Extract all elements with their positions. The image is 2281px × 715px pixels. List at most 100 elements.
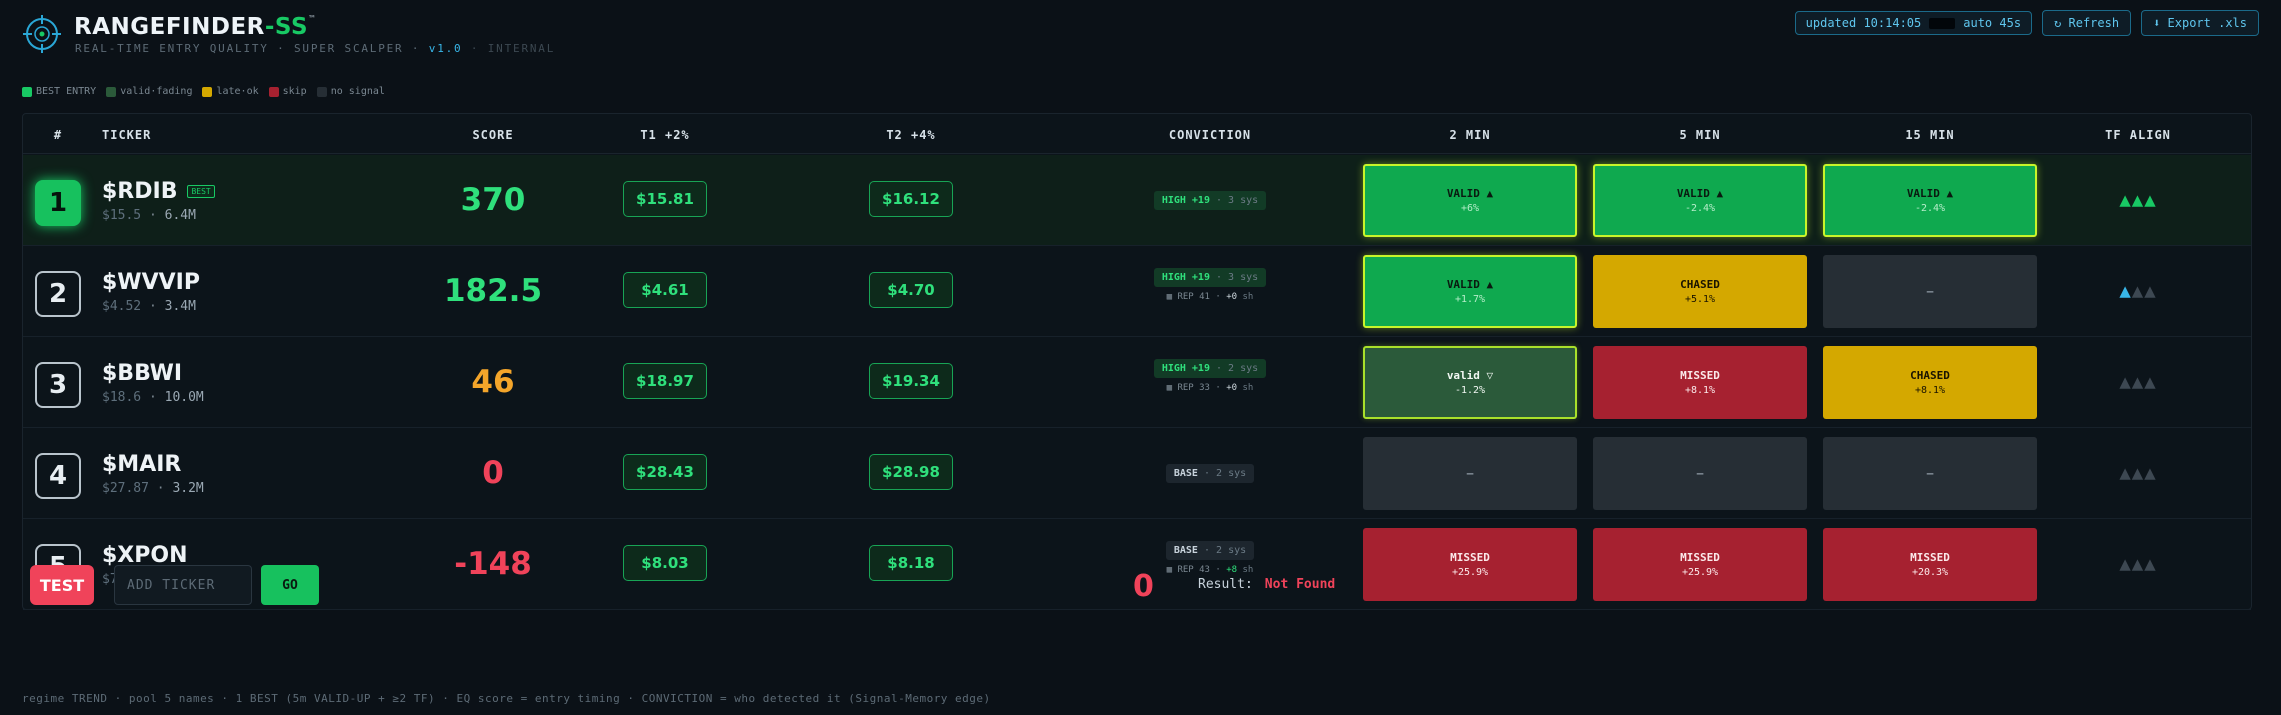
test-toolbar: TEST GO 0 Result:Not Found [23, 559, 2251, 611]
align-triangle-icon: ▲ [2131, 280, 2145, 302]
footer-note: regime TREND · pool 5 names · 1 BEST (5m… [22, 692, 991, 705]
ticker-price: $27.87 [102, 481, 149, 496]
ticker-meta: $15.5 · 6.4M [102, 208, 196, 223]
tf-cell[interactable]: VALID ▲ +1.7% [1363, 255, 1577, 328]
ticker-price: $18.6 [102, 390, 142, 405]
align-triangle-icon: ▲ [2131, 462, 2145, 484]
target-t2: $4.70 [869, 272, 953, 308]
conviction-cell: BASE · 2 sys [1110, 461, 1310, 483]
tf-align-indicator: ▲▲▲ [2083, 280, 2193, 302]
tf-cell[interactable]: VALID ▲ -2.4% [1593, 164, 1807, 237]
test-result: Result: Not Found [1198, 577, 1336, 592]
legend-item: skip [268, 86, 307, 97]
update-status: updated 10:14:05 auto 45s [1794, 11, 2033, 35]
tf-cell[interactable]: CHASED +8.1% [1823, 346, 2037, 419]
conviction-pill: HIGH +19 · 2 sys [1153, 359, 1267, 378]
ticker-symbol[interactable]: $RDIB BEST [102, 179, 215, 204]
app-title: RANGEFINDER-SS™ [74, 14, 317, 40]
align-triangle-icon: ▲ [2144, 280, 2157, 302]
legend-swatch [316, 86, 327, 97]
legend-item: no signal [316, 86, 385, 97]
legend-label: valid·fading [120, 86, 193, 97]
tf-cell[interactable]: valid ▽ -1.2% [1363, 346, 1577, 419]
align-triangle-icon: ▲ [2144, 189, 2157, 211]
tf-cell[interactable]: — [1823, 437, 2037, 510]
legend-label: no signal [330, 86, 385, 97]
ticker-meta: $27.87 · 3.2M [102, 481, 204, 496]
tf-cell[interactable]: MISSED +8.1% [1593, 346, 1807, 419]
col-conviction: CONVICTION [1168, 128, 1252, 142]
align-triangle-icon: ▲ [2131, 189, 2145, 211]
col-ticker: TICKER [102, 128, 152, 142]
ticker-volume: 3.4M [164, 299, 196, 314]
conviction-cell: HIGH +19 · 3 sys ▦ REP 41 · +0 sh [1110, 265, 1310, 302]
table-row[interactable]: 1 $RDIB BEST $15.5 · 6.4M 370 $15.81 $16.12 HIG… [23, 155, 2251, 246]
tf-cell[interactable]: VALID ▲ +6% [1363, 164, 1577, 237]
test-score: 0 [1133, 569, 1154, 604]
table-row[interactable]: 3 $BBWI $18.6 · 10.0M 46 $18.97 $19.34 HIGH +1… [23, 337, 2251, 428]
align-triangle-icon: ▲ [2131, 371, 2145, 393]
rank-badge: 4 [35, 453, 81, 499]
table-row[interactable]: 2 $WVVIP $4.52 · 3.4M 182.5 $4.61 $4.70 HIGH +… [23, 246, 2251, 337]
conviction-pill: HIGH +19 · 3 sys [1153, 191, 1267, 210]
conviction-pill: BASE · 2 sys [1165, 541, 1255, 560]
ticker-price: $15.5 [102, 208, 142, 223]
crosshair-logo-icon [23, 15, 61, 53]
target-t1: $15.81 [623, 181, 707, 217]
ticker-symbol[interactable]: $MAIR [102, 452, 181, 477]
legend-swatch [106, 86, 117, 97]
tf-align-indicator: ▲▲▲ [2083, 371, 2193, 393]
tf-cell[interactable]: CHASED +5.1% [1593, 255, 1807, 328]
rep-line: ▦ REP 33 · +0 sh [1166, 383, 1254, 393]
ticker-volume: 3.2M [172, 481, 204, 496]
legend-item: late·ok [202, 86, 259, 97]
col-tf-align: TF ALIGN [2105, 128, 2171, 142]
ticker-table: # TICKER SCORE T1 +2% T2 +4% CONVICTION … [22, 113, 2252, 610]
legend-swatch [268, 86, 279, 97]
legend: BEST ENTRY valid·fading late·ok skip no sign… [22, 86, 385, 97]
go-button[interactable]: GO [261, 565, 319, 605]
align-triangle-icon: ▲ [2119, 462, 2132, 484]
rank-badge: 3 [35, 362, 81, 408]
target-t1: $28.43 [623, 454, 707, 490]
ticker-symbol[interactable]: $BBWI [102, 361, 182, 386]
test-button[interactable]: TEST [30, 565, 94, 605]
table-header: # TICKER SCORE T1 +2% T2 +4% CONVICTION … [23, 114, 2251, 154]
legend-label: BEST ENTRY [36, 86, 97, 97]
tf-cell[interactable]: — [1593, 437, 1807, 510]
redacted-block [1929, 17, 1956, 29]
col-15min: 15 MIN [1905, 128, 1955, 142]
rep-icon: ▦ [1166, 383, 1173, 393]
legend-swatch [22, 86, 32, 97]
rank-badge: 1 [35, 180, 81, 226]
version-label: v1.0 [428, 42, 463, 55]
refresh-button[interactable]: ↻ Refresh [2042, 10, 2132, 36]
target-t1: $4.61 [623, 272, 707, 308]
legend-swatch [202, 86, 213, 97]
add-ticker-input[interactable] [114, 565, 252, 605]
export-button[interactable]: ⬇ Export .xls [2141, 10, 2259, 36]
target-t2: $28.98 [869, 454, 953, 490]
target-t1: $18.97 [623, 363, 707, 399]
tf-cell[interactable]: — [1363, 437, 1577, 510]
eq-score: 370 [460, 182, 526, 218]
tf-align-indicator: ▲▲▲ [2083, 189, 2193, 211]
ticker-meta: $4.52 · 3.4M [102, 299, 196, 314]
ticker-meta: $18.6 · 10.0M [102, 390, 204, 405]
col-rank: # [53, 128, 63, 142]
eq-score: 46 [471, 364, 515, 400]
rep-icon: ▦ [1166, 292, 1173, 302]
best-badge: BEST [187, 185, 215, 198]
col-5min: 5 MIN [1679, 128, 1721, 142]
table-row[interactable]: 4 $MAIR $27.87 · 3.2M 0 $28.43 $28.98 BASE · 2… [23, 428, 2251, 519]
target-t2: $19.34 [869, 363, 953, 399]
ticker-volume: 10.0M [164, 390, 204, 405]
header-controls: updated 10:14:05 auto 45s ↻ Refresh ⬇ Ex… [1794, 10, 2259, 36]
tf-cell[interactable]: VALID ▲ -2.4% [1823, 164, 2037, 237]
align-triangle-icon: ▲ [2119, 371, 2132, 393]
align-triangle-icon: ▲ [2119, 189, 2132, 211]
tf-cell[interactable]: — [1823, 255, 2037, 328]
rep-line: ▦ REP 41 · +0 sh [1166, 292, 1254, 302]
ticker-symbol[interactable]: $WVVIP [102, 270, 200, 295]
legend-item: BEST ENTRY [22, 86, 96, 97]
